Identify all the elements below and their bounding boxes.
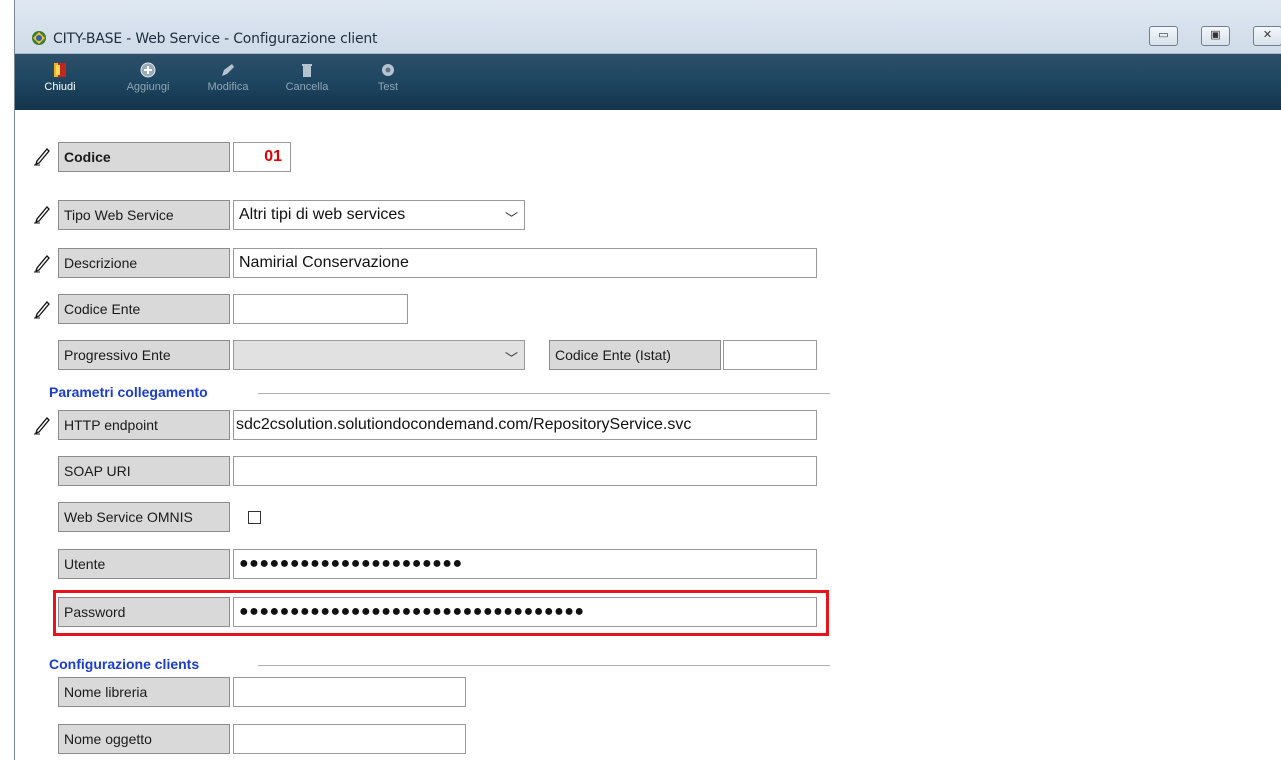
codice-field[interactable]: 01 [233, 142, 291, 172]
codice-ente-istat-field[interactable] [723, 340, 817, 370]
progressivo-ente-select[interactable]: ﹀ [233, 340, 525, 370]
add-label: Aggiungi [126, 81, 170, 93]
nome-oggetto-label: Nome oggetto [58, 724, 230, 754]
web-service-omnis-label: Web Service OMNIS [58, 502, 230, 532]
edit-button[interactable]: Modifica [199, 58, 257, 98]
soap-uri-field[interactable] [233, 456, 817, 486]
codice-ente-istat-label: Codice Ente (Istat) [549, 340, 721, 370]
window-title: CITY-BASE - Web Service - Configurazione… [53, 31, 378, 47]
descrizione-label: Descrizione [58, 248, 230, 278]
delete-button[interactable]: Cancella [279, 58, 335, 98]
tipo-web-service-label: Tipo Web Service [58, 200, 230, 230]
toolbar: Chiudi Aggiungi Modifica Cancella Test [15, 54, 1281, 110]
app-window: CITY-BASE - Web Service - Configurazione… [14, 0, 1281, 760]
section-divider [258, 665, 830, 666]
test-button[interactable]: Test [371, 58, 405, 98]
password-field[interactable]: ●●●●●●●●●●●●●●●●●●●●●●●●●●●●●●●●●● [233, 597, 817, 627]
codice-label: Codice [58, 142, 230, 172]
http-endpoint-field[interactable]: sdc2csolution.solutiondocondemand.com/Re… [233, 410, 817, 440]
title-bar: CITY-BASE - Web Service - Configurazione… [15, 0, 1281, 54]
edit-icon [222, 64, 234, 76]
nome-libreria-field[interactable] [233, 677, 466, 707]
add-icon [140, 62, 156, 78]
required-pencil-icon [34, 148, 50, 166]
utente-field[interactable]: ●●●●●●●●●●●●●●●●●●●●●● [233, 549, 817, 579]
add-button[interactable]: Aggiungi [123, 58, 173, 98]
http-endpoint-label: HTTP endpoint [58, 410, 230, 440]
required-pencil-icon [34, 206, 50, 224]
trash-icon [302, 64, 312, 77]
tipo-web-service-select[interactable]: Altri tipi di web services ﹀ [233, 200, 525, 230]
close-button[interactable]: ✕ [1253, 26, 1281, 46]
nome-oggetto-field[interactable] [233, 724, 466, 754]
section-title-collegamento: Parametri collegamento [49, 384, 208, 400]
web-service-omnis-checkbox[interactable] [248, 511, 261, 524]
required-pencil-icon [34, 301, 50, 319]
required-pencil-icon [34, 417, 50, 435]
app-logo-icon [32, 31, 46, 45]
codice-ente-field[interactable] [233, 294, 408, 324]
section-title-clients: Configurazione clients [49, 656, 200, 672]
test-gear-icon [382, 64, 394, 76]
chevron-down-icon[interactable]: ﹀ [505, 205, 518, 229]
nome-libreria-label: Nome libreria [58, 677, 230, 707]
required-pencil-icon [34, 255, 50, 273]
progressivo-ente-label: Progressivo Ente [58, 340, 230, 370]
close-form-button[interactable]: Chiudi [39, 58, 81, 98]
close-form-label: Chiudi [44, 81, 76, 93]
maximize-button[interactable]: ▣ [1201, 26, 1230, 46]
section-divider [258, 393, 830, 394]
test-label: Test [377, 81, 399, 93]
descrizione-field[interactable]: Namirial Conservazione [233, 248, 817, 278]
exit-door-icon [54, 63, 66, 77]
minimize-button[interactable]: ▭ [1149, 26, 1178, 46]
soap-uri-label: SOAP URI [58, 456, 230, 486]
delete-label: Cancella [285, 81, 329, 93]
utente-label: Utente [58, 549, 230, 579]
edit-label: Modifica [207, 81, 249, 93]
chevron-down-icon[interactable]: ﹀ [505, 345, 518, 369]
codice-ente-label: Codice Ente [58, 294, 230, 324]
password-label: Password [58, 597, 230, 627]
tipo-web-service-value: Altri tipi di web services [239, 206, 406, 223]
